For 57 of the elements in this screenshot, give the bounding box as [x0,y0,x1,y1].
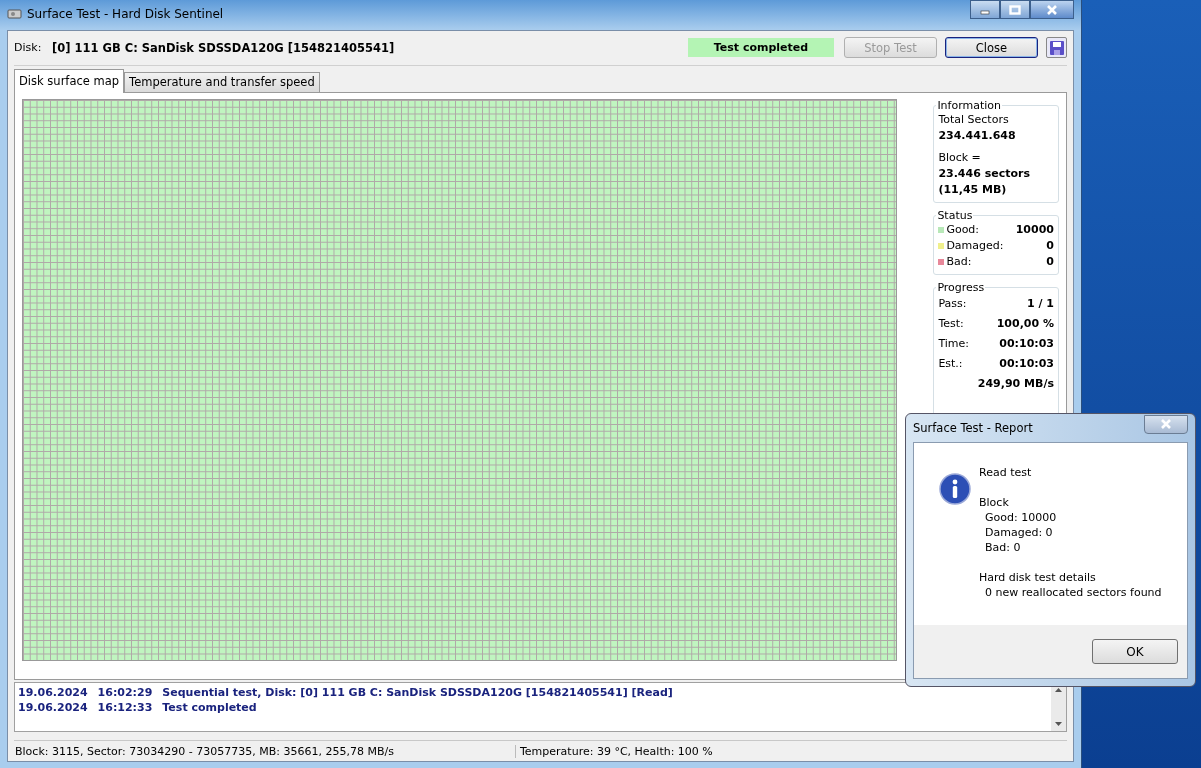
progress-value: 00:10:03 [999,355,1054,372]
status-label: Damaged: [946,237,1005,254]
close-button[interactable] [1144,414,1188,434]
log-time: 16:02:29 [97,685,153,701]
group-title: Information [936,98,1003,112]
info-value: (11,45 MB) [938,181,1008,198]
window-title: Surface Test - Hard Disk Sentinel [27,7,224,21]
close-button[interactable] [1030,0,1074,19]
status-indicator: Test completed [688,38,834,58]
report-heading: Block [979,495,1010,510]
disk-label: Disk: [14,41,43,55]
group-title: Progress [936,280,986,294]
progress-label: Test: [938,315,964,332]
info-value: 23.446 sectors [938,165,1031,182]
maximize-icon [1009,4,1021,15]
progress-label: Est.: [938,355,963,372]
report-line: Bad: 0 [984,540,1022,555]
status-value: 10000 [1015,221,1054,238]
tab[interactable]: Temperature and transfer speed [124,71,320,92]
close-icon [1046,4,1058,15]
report-line: 0 new reallocated sectors found [984,585,1162,600]
dialog-button[interactable]: Close [945,37,1038,59]
info-label: Total Sectors [938,111,1010,128]
progress-value: 100,00 % [996,315,1054,332]
info-value: 234.441.648 [938,127,1017,144]
report-heading: Hard disk test details [979,570,1097,585]
log-date: 19.06.2024 [18,685,88,701]
status-label: Bad: [946,253,973,270]
status-bar-text: Block: 3115, Sector: 73034290 - 73057735, MB: 35661, 255,78 MB/s [14,744,516,758]
report-line: Damaged: 0 [984,525,1054,540]
group-title: Status [936,208,974,222]
status-value: 0 [1046,253,1054,270]
status-value: 0 [1046,237,1054,254]
log-time: 16:12:33 [97,700,153,716]
tab[interactable]: Disk surface map [14,68,125,93]
scroll-down-icon[interactable] [1055,722,1062,727]
ok-button[interactable]: OK [1092,639,1178,664]
close-icon [1160,419,1172,429]
report-line: Good: 10000 [984,510,1058,525]
progress-label: Pass: [938,295,967,312]
log-date: 19.06.2024 [18,700,88,716]
status-bar-text: Temperature: 39 °C, Health: 100 % [519,744,713,758]
info-label: Block = [938,149,982,166]
progress-value: 249,90 MB/s [977,375,1054,392]
report-heading: Read test [979,465,1033,480]
dialog-title: Surface Test - Report [913,421,1033,435]
log-message: Sequential test, Disk: [0] 111 GB C: SanDisk SDSSDA120G [154821405541] [Read] [162,685,673,701]
info-icon [939,473,971,505]
minimize-button[interactable] [970,0,1000,19]
progress-value: 00:10:03 [999,335,1054,352]
status-label: Good: [946,221,981,238]
disk-name: [0] 111 GB C: SanDisk SDSSDA120G [154821405541] [52,40,395,55]
progress-label: Time: [938,335,969,352]
maximize-button[interactable] [1000,0,1030,19]
log-message: Test completed [162,700,257,716]
progress-value: 1 / 1 [1027,295,1054,312]
save-button[interactable] [1046,37,1067,59]
